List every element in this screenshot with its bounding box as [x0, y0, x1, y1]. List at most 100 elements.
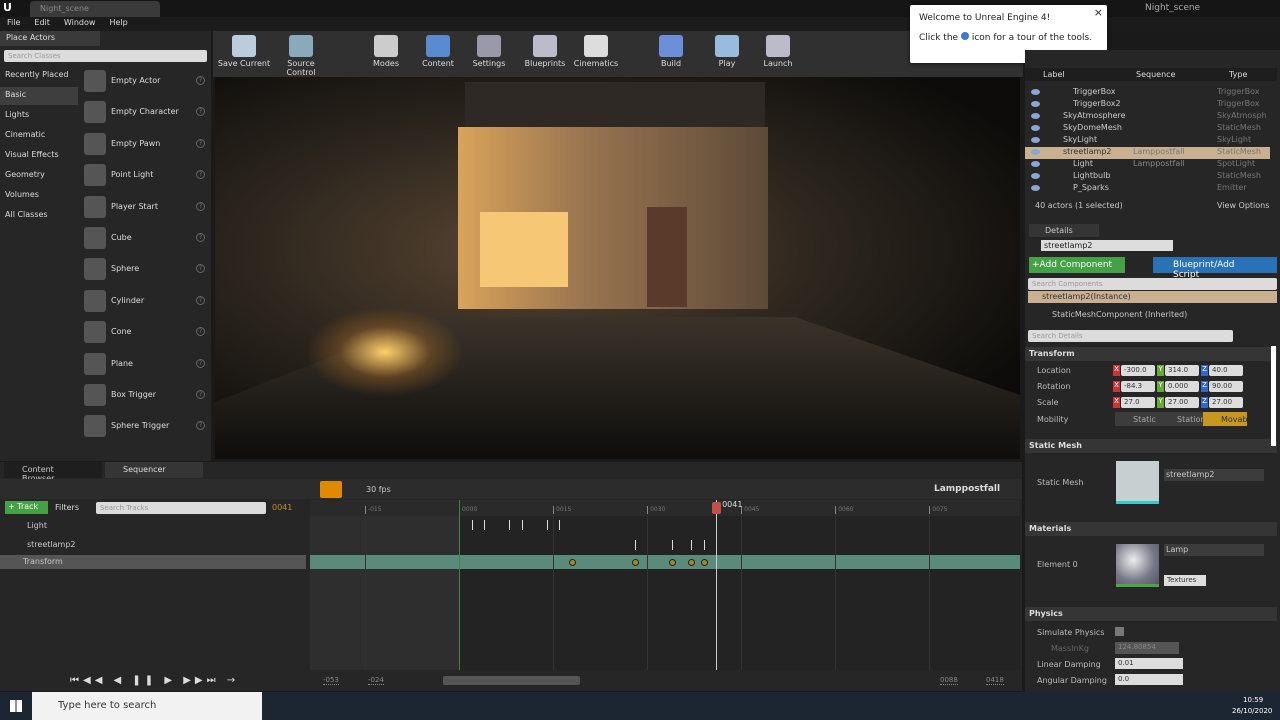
help-icon[interactable]: ?: [196, 295, 205, 305]
streetlamp-key[interactable]: [690, 540, 692, 550]
actor-item[interactable]: Cone?: [80, 318, 210, 347]
col-label[interactable]: Label: [1043, 70, 1065, 79]
visibility-eye-icon[interactable]: [1031, 149, 1040, 155]
view-options-button[interactable]: View Options: [1217, 201, 1269, 210]
visibility-eye-icon[interactable]: [1031, 125, 1040, 131]
actor-item[interactable]: Cube?: [80, 224, 210, 253]
location-y-input[interactable]: 314.0: [1165, 365, 1199, 376]
start-button[interactable]: [10, 700, 22, 712]
actor-item[interactable]: Empty Actor?: [80, 67, 210, 96]
blueprint-add-script-button[interactable]: Blueprint/Add Script: [1153, 257, 1277, 280]
menu-file[interactable]: File: [0, 17, 27, 28]
visibility-eye-icon[interactable]: [1031, 113, 1040, 119]
light-key[interactable]: [471, 520, 473, 530]
playback-controls[interactable]: ⏮◀◀ ◀ ❚❚ ▶ ▶▶⏭ →: [70, 675, 239, 686]
outliner-row[interactable]: SkyAtmosphere SkyAtmosphere: [1025, 111, 1270, 123]
search-components-input[interactable]: Search Components: [1028, 278, 1277, 290]
light-key[interactable]: [521, 520, 523, 530]
timeline-area[interactable]: -015 0000 0015 0030 0045 0060 0075 0041: [310, 500, 1020, 670]
actor-item[interactable]: Box Trigger?: [80, 381, 210, 410]
visibility-eye-icon[interactable]: [1031, 173, 1040, 179]
outliner-row[interactable]: TriggerBox2 TriggerBox: [1025, 99, 1270, 111]
toolbar-button[interactable]: Build: [643, 35, 699, 68]
location-z-input[interactable]: 40.0: [1209, 365, 1243, 376]
menu-edit[interactable]: Edit: [27, 17, 57, 28]
help-icon[interactable]: ?: [196, 233, 205, 242]
help-icon[interactable]: ?: [196, 421, 205, 431]
category-item[interactable]: Lights: [0, 107, 78, 125]
track-light[interactable]: Light: [0, 518, 306, 534]
add-track-button[interactable]: + Track: [5, 501, 48, 514]
tab-sequencer[interactable]: Sequencer: [105, 462, 203, 478]
taskbar-search-input[interactable]: Type here to search: [32, 692, 262, 720]
track-streetlamp2[interactable]: streetlamp2: [0, 537, 306, 553]
rotation-label[interactable]: Rotation: [1037, 382, 1070, 391]
search-details-input[interactable]: Search Details: [1028, 330, 1233, 342]
col-type[interactable]: Type: [1229, 70, 1247, 79]
details-scrollbar[interactable]: [1271, 346, 1276, 446]
actor-name-input[interactable]: streetlamp2: [1041, 240, 1173, 251]
actor-item[interactable]: Sphere?: [80, 255, 210, 284]
rotation-y-input[interactable]: 0.000: [1165, 381, 1199, 392]
toolbar-button[interactable]: Play: [699, 35, 755, 68]
mobility-option[interactable]: Station: [1159, 412, 1205, 426]
static-mesh-dropdown[interactable]: streetlamp2: [1164, 469, 1264, 481]
static-mesh-component[interactable]: StaticMeshComponent (Inherited): [1052, 310, 1187, 319]
outliner-row[interactable]: TriggerBox TriggerBox: [1025, 87, 1270, 99]
menu-help[interactable]: Help: [102, 17, 134, 28]
transform-keyframe[interactable]: [687, 559, 695, 566]
filters-button[interactable]: Filters: [55, 503, 79, 512]
actor-item[interactable]: Plane?: [80, 350, 210, 379]
category-item[interactable]: Recently Placed: [0, 67, 78, 85]
range-value[interactable]: -024: [368, 676, 384, 685]
outliner-row[interactable]: P_Sparks Emitter: [1025, 183, 1270, 195]
rotation-z-input[interactable]: 90.00: [1209, 381, 1243, 392]
timeline-scrollbar[interactable]: [443, 676, 580, 685]
light-key[interactable]: [484, 520, 486, 530]
tutorial-icon[interactable]: [960, 32, 969, 40]
transform-section[interactable]: Transform: [1025, 347, 1277, 361]
mobility-option[interactable]: Movab: [1203, 412, 1248, 426]
actor-item[interactable]: Empty Pawn?: [80, 130, 210, 159]
outliner-row[interactable]: SkyDomeMesh StaticMesh: [1025, 123, 1270, 135]
scale-x-input[interactable]: 27.0: [1121, 397, 1155, 408]
outliner-row[interactable]: Lightbulb StaticMesh: [1025, 171, 1270, 183]
angular-damping-input[interactable]: 0.0: [1115, 674, 1183, 685]
category-item[interactable]: Volumes: [0, 187, 78, 205]
help-icon[interactable]: ?: [196, 264, 205, 274]
help-icon[interactable]: ?: [196, 170, 205, 180]
visibility-eye-icon[interactable]: [1031, 161, 1040, 167]
outliner-row[interactable]: streetlamp2 Lamppostfall StaticMesh: [1025, 147, 1270, 159]
category-item[interactable]: All Classes: [0, 207, 78, 225]
playhead-handle[interactable]: [712, 502, 722, 514]
streetlamp-key[interactable]: [634, 540, 636, 550]
range-value[interactable]: 0088: [940, 676, 958, 685]
location-x-input[interactable]: -300.0: [1121, 365, 1155, 376]
help-icon[interactable]: ?: [196, 327, 205, 337]
toolbar-button[interactable]: Save Current: [216, 35, 272, 68]
range-value[interactable]: -053: [323, 676, 339, 685]
close-icon[interactable]: ×: [1094, 6, 1103, 19]
fps-dropdown[interactable]: 30 fps: [366, 485, 391, 494]
actor-item[interactable]: Player Start?: [80, 193, 210, 222]
range-value[interactable]: 0418: [986, 676, 1004, 685]
actor-item[interactable]: Cylinder?: [80, 287, 210, 316]
component-instance[interactable]: streetlamp2(Instance): [1028, 291, 1277, 303]
transform-keyframe[interactable]: [568, 559, 576, 566]
light-key[interactable]: [559, 520, 561, 530]
toolbar-button[interactable]: Blueprints: [517, 35, 573, 68]
streetlamp-key[interactable]: [703, 540, 705, 550]
document-tab[interactable]: Night_scene: [30, 1, 160, 17]
help-icon[interactable]: ?: [196, 138, 205, 148]
transform-keyframe[interactable]: [700, 559, 708, 566]
tab-content-browser[interactable]: Content Browser: [4, 462, 102, 483]
simulate-physics-checkbox[interactable]: [1115, 627, 1124, 636]
light-key[interactable]: [509, 520, 511, 530]
category-item[interactable]: Geometry: [0, 167, 78, 185]
outliner-row[interactable]: SkyLight SkyLight: [1025, 135, 1270, 147]
snap-magnet-button[interactable]: [320, 481, 342, 498]
add-component-button[interactable]: +Add Component: [1029, 257, 1125, 273]
toolbar-button[interactable]: Content: [410, 35, 466, 68]
outliner-row[interactable]: Light Lamppostfall SpotLight: [1025, 159, 1270, 171]
col-sequence[interactable]: Sequence: [1136, 70, 1175, 79]
